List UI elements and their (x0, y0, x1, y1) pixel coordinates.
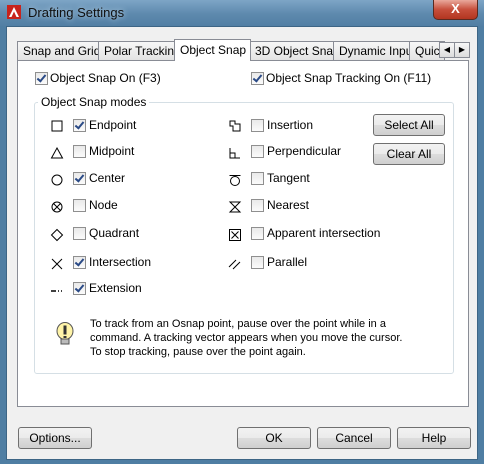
tracking-info-text: To track from an Osnap point, pause over… (90, 317, 420, 359)
tab-dynamic-input[interactable]: Dynamic Input (333, 41, 417, 60)
parallel-label[interactable]: Parallel (267, 255, 307, 269)
close-button[interactable]: X (433, 0, 478, 20)
extension-dashes-icon (51, 290, 62, 292)
close-icon: X (451, 1, 460, 16)
tab-label: Dynamic Input (339, 44, 416, 58)
parallel-icon (228, 259, 241, 270)
tab-3d-object-snap[interactable]: 3D Object Snap (249, 41, 341, 60)
extension-checkbox[interactable] (73, 282, 86, 295)
apparent-intersection-label[interactable]: Apparent intersection (267, 226, 380, 240)
insertion-icon (229, 120, 241, 132)
chevron-right-icon: ▶ (458, 45, 466, 54)
clear-all-button[interactable]: Clear All (373, 143, 445, 165)
tangent-icon (229, 175, 241, 186)
midpoint-triangle-icon (50, 146, 64, 159)
node-icon (51, 201, 63, 213)
tab-snap-and-grid[interactable]: Snap and Grid (17, 41, 99, 60)
window-title: Drafting Settings (28, 5, 125, 20)
center-checkbox[interactable] (73, 172, 86, 185)
chevron-left-icon: ◀ (443, 45, 451, 54)
lightbulb-icon (56, 322, 74, 345)
info-line-2: command. A tracking vector appears when … (90, 332, 403, 344)
osnap-tracking-checkbox[interactable] (251, 72, 264, 85)
endpoint-checkbox[interactable] (73, 119, 86, 132)
intersection-checkbox[interactable] (73, 256, 86, 269)
osnap-on-checkbox[interactable] (35, 72, 48, 85)
midpoint-checkbox[interactable] (73, 145, 86, 158)
cancel-button[interactable]: Cancel (317, 427, 391, 449)
nearest-label[interactable]: Nearest (267, 198, 309, 212)
quadrant-diamond-icon (50, 228, 64, 242)
info-line-1: To track from an Osnap point, pause over… (90, 318, 386, 330)
center-circle-icon (51, 174, 63, 186)
osnap-tracking-label[interactable]: Object Snap Tracking On (F11) (266, 71, 431, 85)
info-line-3: To stop tracking, pause over the point a… (90, 346, 306, 358)
ok-button[interactable]: OK (237, 427, 311, 449)
tangent-checkbox[interactable] (251, 172, 264, 185)
extension-label[interactable]: Extension (89, 281, 142, 295)
osnap-on-label[interactable]: Object Snap On (F3) (50, 71, 161, 85)
tab-scroll-right-button[interactable]: ▶ (454, 42, 470, 58)
tab-label: Quic (415, 44, 440, 58)
tab-object-snap[interactable]: Object Snap (174, 39, 251, 61)
insertion-checkbox[interactable] (251, 119, 264, 132)
intersection-x-icon (51, 258, 63, 270)
perpendicular-checkbox[interactable] (251, 145, 264, 158)
tab-label: Object Snap (180, 43, 247, 57)
tab-strip: Snap and Grid Polar Tracking Object Snap… (17, 39, 470, 61)
intersection-label[interactable]: Intersection (89, 255, 151, 269)
object-snap-panel: Object Snap On (F3) Object Snap Tracking… (17, 60, 469, 407)
insertion-label[interactable]: Insertion (267, 118, 313, 132)
perpendicular-icon (229, 148, 240, 159)
help-button[interactable]: Help (397, 427, 471, 449)
osnap-modes-title: Object Snap modes (38, 95, 150, 109)
nearest-checkbox[interactable] (251, 199, 264, 212)
dialog-body: Snap and Grid Polar Tracking Object Snap… (6, 26, 478, 460)
apparent-intersection-icon (229, 229, 241, 241)
endpoint-label[interactable]: Endpoint (89, 118, 136, 132)
nearest-hourglass-icon (228, 201, 242, 213)
tab-polar-tracking[interactable]: Polar Tracking (98, 41, 185, 60)
tab-scroll-left-button[interactable]: ◀ (439, 42, 455, 58)
autocad-app-icon (7, 5, 21, 19)
tab-label: Snap and Grid (23, 44, 99, 58)
quadrant-checkbox[interactable] (73, 227, 86, 240)
node-checkbox[interactable] (73, 199, 86, 212)
tangent-label[interactable]: Tangent (267, 171, 310, 185)
midpoint-label[interactable]: Midpoint (89, 144, 134, 158)
endpoint-square-icon (51, 120, 63, 132)
node-label[interactable]: Node (89, 198, 118, 212)
center-label[interactable]: Center (89, 171, 125, 185)
apparent-intersection-checkbox[interactable] (251, 227, 264, 240)
drafting-settings-window: Drafting Settings X Snap and Grid Polar … (0, 0, 484, 464)
parallel-checkbox[interactable] (251, 256, 264, 269)
perpendicular-label[interactable]: Perpendicular (267, 144, 341, 158)
options-button[interactable]: Options... (18, 427, 92, 449)
quadrant-label[interactable]: Quadrant (89, 226, 139, 240)
tab-label: 3D Object Snap (255, 44, 340, 58)
tab-label: Polar Tracking (104, 44, 181, 58)
select-all-button[interactable]: Select All (373, 114, 445, 136)
title-bar[interactable]: Drafting Settings X (0, 0, 484, 26)
